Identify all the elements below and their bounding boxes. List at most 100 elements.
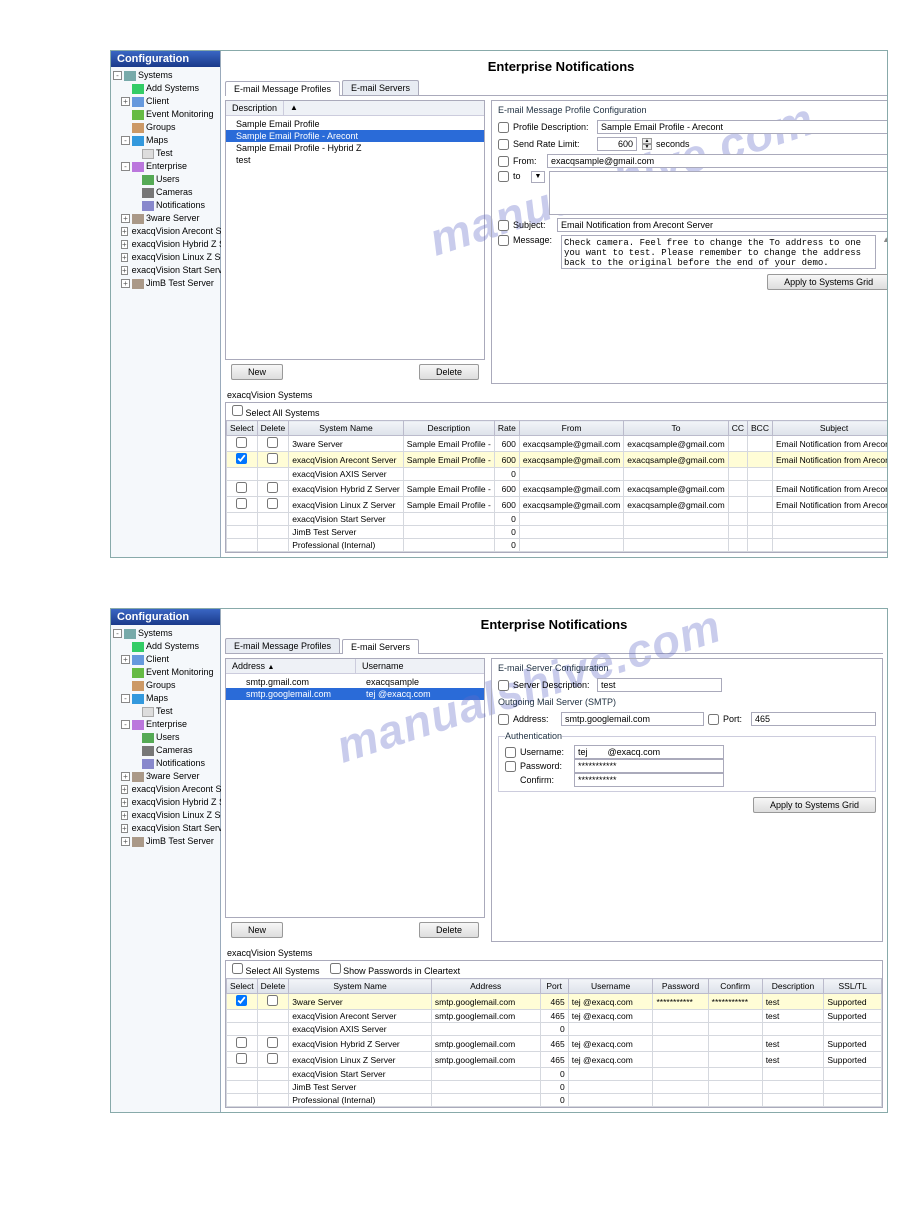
tree-item[interactable]: +3ware Server [111,770,220,783]
expand-icon[interactable]: + [121,214,130,223]
table-row[interactable]: exacqVision Start Server0 [227,1068,882,1081]
tree-item[interactable]: -Maps [111,134,220,147]
expand-icon[interactable]: + [121,266,128,275]
tree-item[interactable]: -Enterprise [111,160,220,173]
row-check[interactable] [236,437,247,448]
column-header[interactable]: To [624,421,728,436]
column-header[interactable]: Password [653,979,708,994]
column-header[interactable]: CC [728,421,747,436]
select-all-label[interactable]: Select All Systems [232,405,320,418]
column-header[interactable]: Delete [257,421,289,436]
servers-list[interactable]: Address ▲ Username smtp.gmail.comexacqsa… [225,658,485,918]
row-check[interactable] [267,1053,278,1064]
select-all-check[interactable] [232,405,243,416]
nav-tree[interactable]: -SystemsAdd Systems+ClientEvent Monitori… [111,67,220,292]
column-header[interactable]: Confirm [708,979,762,994]
table-row[interactable]: exacqVision Arecont Serversmtp.googlemai… [227,1010,882,1023]
subject-input[interactable] [557,218,888,232]
systems-grid[interactable]: SelectDeleteSystem NameDescriptionRateFr… [226,420,888,552]
expand-icon[interactable]: - [121,162,130,171]
row-check[interactable] [236,498,247,509]
new-button[interactable]: New [231,364,283,380]
row-check[interactable] [267,482,278,493]
column-header[interactable]: System Name [289,421,404,436]
show-passwords-label[interactable]: Show Passwords in Cleartext [330,963,461,976]
column-header[interactable]: Address [431,979,540,994]
tab-email-profiles[interactable]: E-mail Message Profiles [225,81,340,96]
password-input[interactable] [574,759,724,773]
address-input[interactable] [561,712,704,726]
table-row[interactable]: exacqVision AXIS Server0 [227,468,889,481]
tree-item[interactable]: Cameras [111,186,220,199]
tree-item[interactable]: +exacqVision Linux Z Server [111,251,220,264]
tree-item[interactable]: +Client [111,95,220,108]
tree-item[interactable]: +exacqVision Start Server [111,264,220,277]
column-header[interactable]: Delete [257,979,289,994]
to-textarea[interactable] [549,171,888,215]
table-row[interactable]: exacqVision Start Server0 [227,513,889,526]
username-input[interactable] [574,745,724,759]
tree-item[interactable]: Cameras [111,744,220,757]
list-item[interactable]: Sample Email Profile [226,118,484,130]
table-row[interactable]: exacqVision Hybrid Z Serversmtp.googlema… [227,1036,882,1052]
expand-icon[interactable]: + [121,227,128,236]
column-header[interactable]: SSL/TL [824,979,882,994]
message-check[interactable] [498,235,509,246]
table-row[interactable]: exacqVision Arecont ServerSample Email P… [227,452,889,468]
row-check[interactable] [267,995,278,1006]
tree-item[interactable]: +exacqVision Start Server [111,822,220,835]
profiles-list-header[interactable]: Description [226,101,284,115]
column-header[interactable]: BCC [748,421,773,436]
column-header[interactable]: System Name [289,979,432,994]
list-item[interactable]: Sample Email Profile - Hybrid Z [226,142,484,154]
tree-item[interactable]: Notifications [111,757,220,770]
row-check[interactable] [267,498,278,509]
list-item[interactable]: test [226,154,484,166]
expand-icon[interactable]: + [121,772,130,781]
tree-item[interactable]: +exacqVision Arecont Server [111,783,220,796]
port-check[interactable] [708,714,719,725]
tree-item[interactable]: Users [111,173,220,186]
expand-icon[interactable]: - [121,694,130,703]
to-dropdown[interactable]: ▼ [531,171,545,183]
list-item[interactable]: smtp.googlemail.comtej @exacq.com [226,688,484,700]
table-row[interactable]: JimB Test Server0 [227,526,889,539]
tree-item[interactable]: -Enterprise [111,718,220,731]
table-row[interactable]: exacqVision Hybrid Z ServerSample Email … [227,481,889,497]
column-header[interactable]: Rate [494,421,519,436]
tree-item[interactable]: +JimB Test Server [111,835,220,848]
expand-icon[interactable]: + [121,279,130,288]
row-check[interactable] [236,453,247,464]
expand-icon[interactable]: + [121,798,128,807]
tree-item[interactable]: Notifications [111,199,220,212]
to-check[interactable] [498,171,509,182]
column-header[interactable]: From [519,421,623,436]
table-row[interactable]: Professional (Internal)0 [227,539,889,552]
tab-email-servers[interactable]: E-mail Servers [342,639,419,654]
tree-item[interactable]: +exacqVision Hybrid Z Server [111,796,220,809]
select-all-label[interactable]: Select All Systems [232,963,320,976]
table-row[interactable]: 3ware Serversmtp.googlemail.com465tej @e… [227,994,882,1010]
apply-to-grid-button[interactable]: Apply to Systems Grid [767,274,888,290]
column-header[interactable]: Select [227,979,258,994]
expand-icon[interactable]: + [121,655,130,664]
scroll-up-icon[interactable]: ▲ [882,235,888,244]
tree-item[interactable]: +3ware Server [111,212,220,225]
table-row[interactable]: Professional (Internal)0 [227,1094,882,1107]
expand-icon[interactable]: + [121,824,128,833]
expand-icon[interactable]: + [121,837,130,846]
subject-check[interactable] [498,220,509,231]
tree-item[interactable]: Users [111,731,220,744]
show-passwords-check[interactable] [330,963,341,974]
server-desc-input[interactable] [597,678,722,692]
from-input[interactable] [547,154,888,168]
tree-item[interactable]: -Systems [111,627,220,640]
new-button[interactable]: New [231,922,283,938]
table-row[interactable]: exacqVision Linux Z ServerSample Email P… [227,497,889,513]
tree-item[interactable]: -Maps [111,692,220,705]
message-textarea[interactable]: Check camera. Feel free to change the To… [561,235,876,269]
expand-icon[interactable]: - [113,71,122,80]
table-row[interactable]: exacqVision AXIS Server0 [227,1023,882,1036]
port-input[interactable] [751,712,876,726]
tree-item[interactable]: +exacqVision Linux Z Server [111,809,220,822]
